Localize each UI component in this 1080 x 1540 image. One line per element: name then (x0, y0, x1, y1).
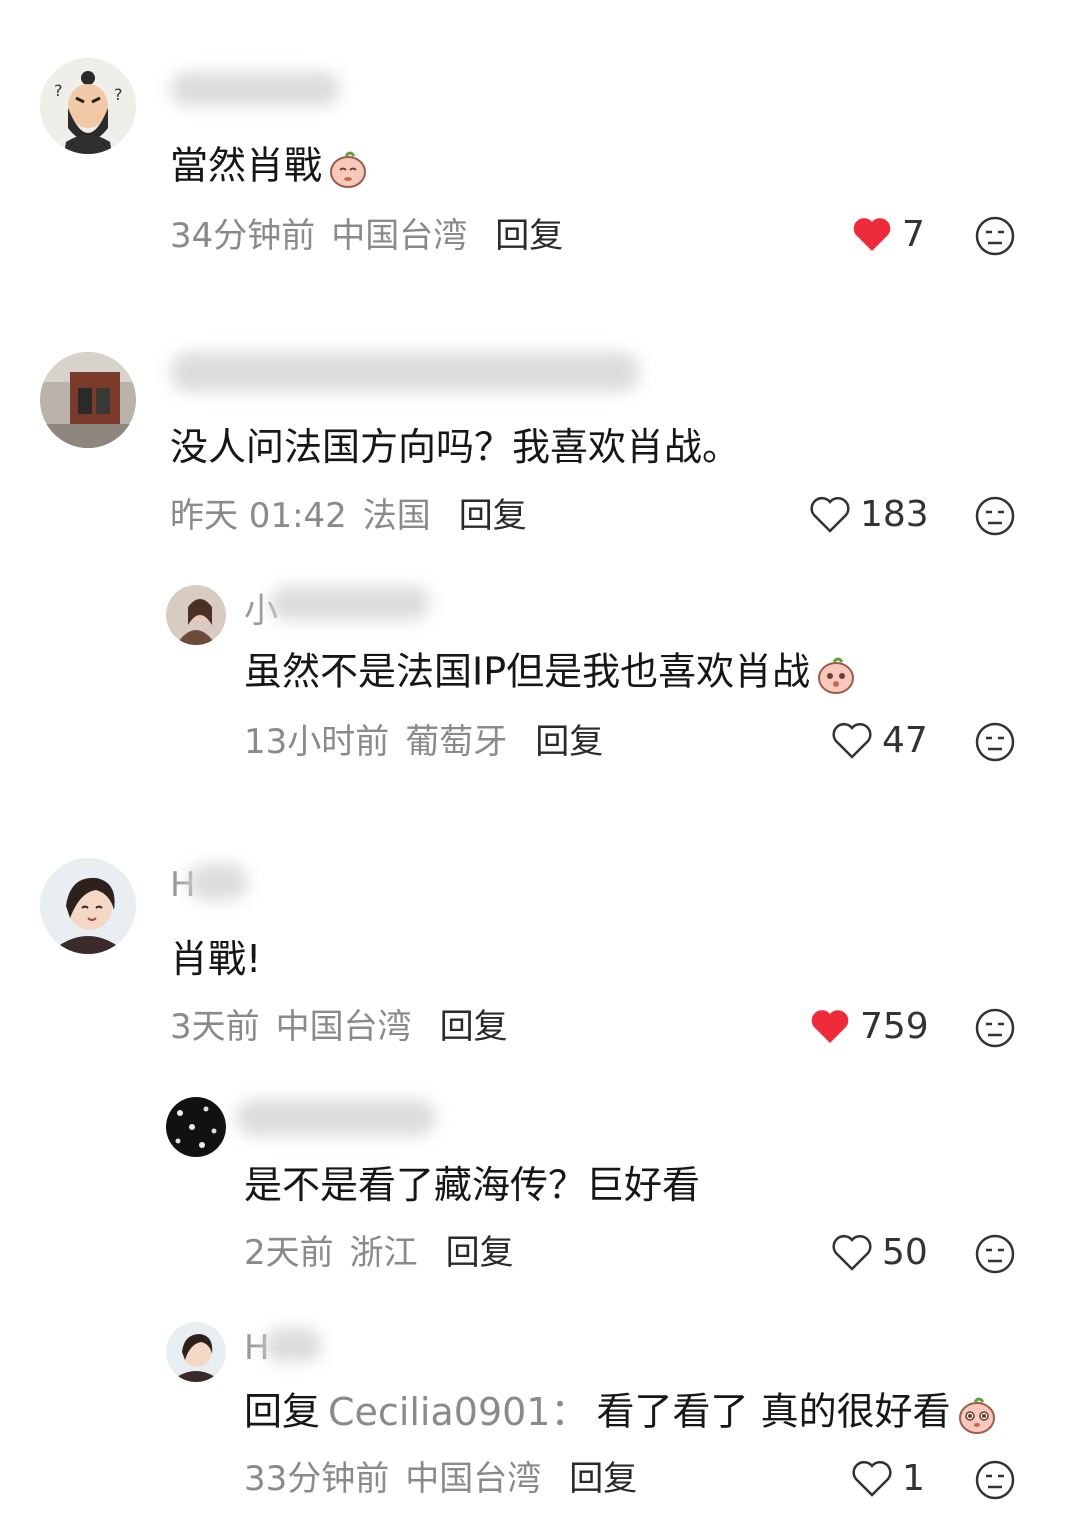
dislike-button[interactable] (974, 1233, 1016, 1275)
heart-filled-icon (853, 218, 891, 251)
dark-pattern-avatar-icon (166, 1097, 226, 1157)
like-count: 7 (902, 213, 925, 255)
username-blurred[interactable] (264, 1328, 322, 1362)
like-button[interactable]: 50 (830, 1230, 928, 1274)
like-count: 50 (882, 1231, 928, 1273)
like-button[interactable]: 759 (808, 1004, 929, 1048)
reply-button[interactable]: 回复 (440, 1007, 508, 1047)
anime-girl-avatar-icon (166, 1322, 226, 1382)
timestamp: 34分钟前 (170, 216, 316, 256)
location: 中国台湾 (331, 216, 468, 256)
username-blurred[interactable] (170, 72, 340, 106)
dislike-button[interactable] (974, 215, 1016, 257)
reply-button[interactable]: 回复 (459, 496, 527, 536)
heart-outline-icon (832, 722, 872, 759)
like-count: 183 (860, 493, 929, 535)
reply-text: 虽然不是法国IP但是我也喜欢肖战 (244, 652, 858, 696)
anime-girl-avatar-icon (40, 858, 136, 954)
meh-face-icon (975, 1234, 1015, 1274)
timestamp: 昨天 01:42 (170, 496, 347, 536)
peach-emoji-icon (326, 146, 370, 190)
dislike-button[interactable] (974, 1459, 1016, 1501)
heart-outline-icon (852, 1460, 892, 1497)
avatar[interactable] (166, 1322, 226, 1382)
comment-meta: 3天前 中国台湾 回复 (170, 1010, 524, 1044)
peach-emoji-icon (814, 652, 858, 696)
heart-outline-icon (832, 1234, 872, 1271)
avatar[interactable] (40, 352, 136, 448)
reply-meta: 2天前 浙江 回复 (244, 1236, 530, 1270)
username-blurred[interactable] (188, 864, 248, 900)
dislike-button[interactable] (974, 721, 1016, 763)
timestamp: 13小时前 (244, 722, 390, 762)
svg-text:?: ? (54, 81, 63, 100)
location: 葡萄牙 (405, 722, 508, 762)
reply-button[interactable]: 回复 (446, 1233, 514, 1273)
location: 浙江 (349, 1233, 418, 1273)
dislike-button[interactable] (974, 1007, 1016, 1049)
reply-meta: 13小时前 葡萄牙 回复 (244, 725, 619, 759)
location: 中国台湾 (405, 1459, 542, 1499)
avatar[interactable] (40, 858, 136, 954)
reply-button[interactable]: 回复 (535, 722, 603, 762)
location: 中国台湾 (275, 1007, 412, 1047)
timestamp: 33分钟前 (244, 1459, 390, 1499)
svg-text:?: ? (114, 85, 123, 104)
heart-outline-icon (810, 496, 850, 533)
username-blurred[interactable] (170, 352, 640, 392)
meh-face-icon (975, 1460, 1015, 1500)
comment-text: 肖戰! (170, 937, 262, 981)
reply-meta: 33分钟前 中国台湾 回复 (244, 1462, 653, 1496)
peach-emoji-icon (955, 1392, 999, 1436)
girl-photo-avatar-icon (166, 585, 226, 645)
street-photo-avatar-icon (40, 352, 136, 448)
like-button[interactable]: 183 (808, 492, 929, 536)
reply-prefix: 回复 (244, 1389, 321, 1434)
comment-text: 當然肖戰 (170, 146, 370, 190)
like-button[interactable]: 47 (830, 718, 928, 762)
comment-text: 没人问法国方向吗？我喜欢肖战。 (170, 425, 741, 469)
timestamp: 3天前 (170, 1007, 260, 1047)
comment-meta: 34分钟前 中国台湾 回复 (170, 219, 579, 253)
avatar[interactable]: ? ? (40, 58, 136, 154)
reply-button[interactable]: 回复 (495, 216, 563, 256)
timestamp: 2天前 (244, 1233, 334, 1273)
heart-filled-icon (811, 1010, 849, 1043)
meh-face-icon (975, 1008, 1015, 1048)
username-blurred[interactable] (270, 586, 430, 620)
username-blurred[interactable] (236, 1100, 436, 1136)
cartoon-scholar-avatar-icon: ? ? (40, 58, 136, 154)
avatar[interactable] (166, 585, 226, 645)
meh-face-icon (975, 216, 1015, 256)
avatar[interactable] (166, 1097, 226, 1157)
mention-link[interactable]: Cecilia0901： (328, 1390, 588, 1434)
comment-meta: 昨天 01:42 法国 回复 (170, 499, 543, 533)
meh-face-icon (975, 496, 1015, 536)
reply-button[interactable]: 回复 (569, 1459, 637, 1499)
like-count: 47 (882, 719, 928, 761)
like-count: 1 (902, 1457, 925, 1499)
location: 法国 (362, 496, 431, 536)
reply-text: 回复 Cecilia0901： 看了看了 真的很好看 (244, 1392, 999, 1436)
like-button[interactable]: 7 (850, 212, 925, 256)
meh-face-icon (975, 722, 1015, 762)
reply-text: 是不是看了藏海传？巨好看 (244, 1163, 701, 1207)
like-button[interactable]: 1 (850, 1456, 925, 1500)
like-count: 759 (860, 1005, 929, 1047)
dislike-button[interactable] (974, 495, 1016, 537)
